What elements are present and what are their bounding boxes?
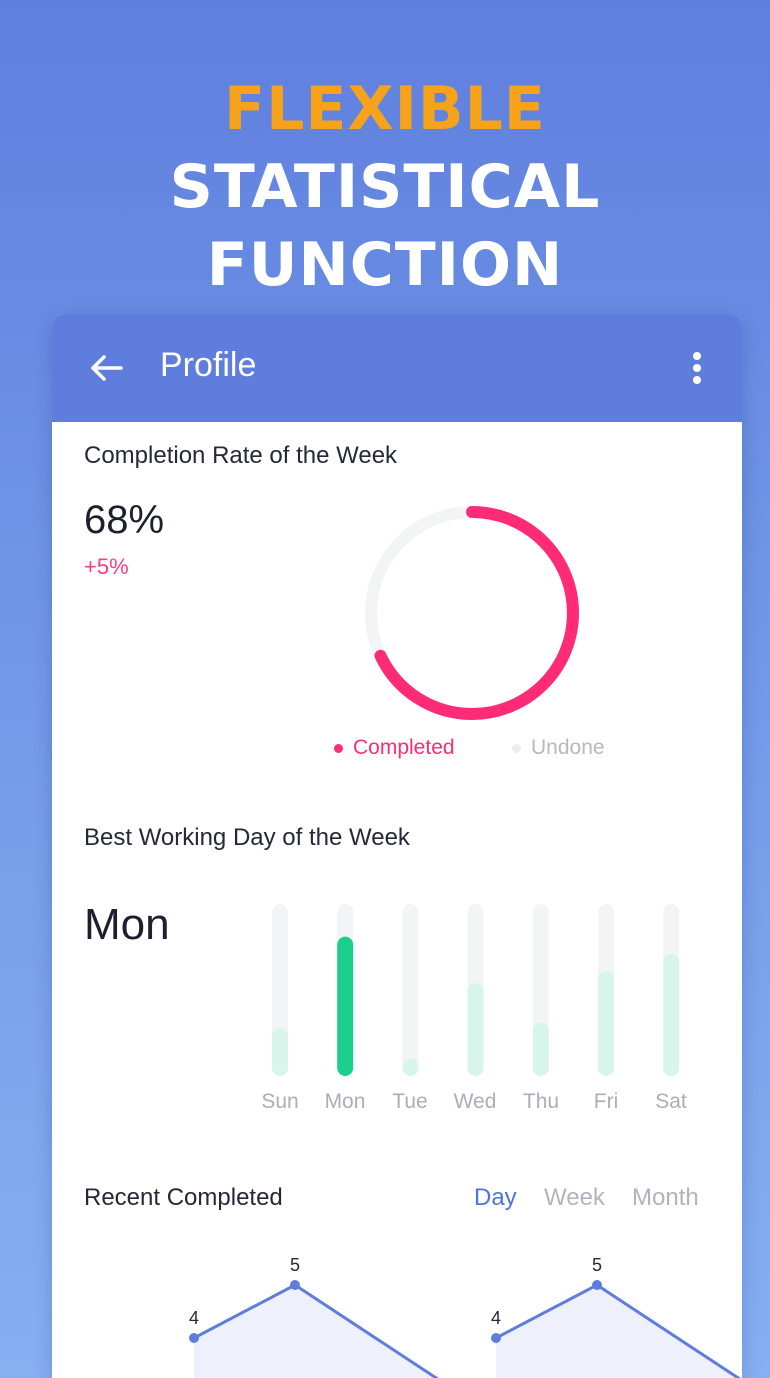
legend-undone: Undone bbox=[512, 736, 605, 760]
hero-accent-word: FLEXIBLE bbox=[224, 74, 546, 144]
bar-thu bbox=[532, 1022, 549, 1076]
point-label-1-1: 4 bbox=[189, 1308, 199, 1328]
legend-undone-dot bbox=[512, 743, 521, 753]
tab-week[interactable]: Week bbox=[544, 1184, 605, 1212]
back-button[interactable] bbox=[88, 350, 124, 386]
day-label-sun: Sun bbox=[261, 1090, 299, 1113]
point-label-2-2: 5 bbox=[592, 1255, 602, 1275]
bar-fri bbox=[598, 971, 614, 1076]
weekday-bar-chart bbox=[272, 904, 680, 1076]
bar-sun bbox=[272, 1027, 288, 1076]
legend-undone-label: Undone bbox=[531, 736, 605, 759]
day-label-sat: Sat bbox=[655, 1090, 687, 1113]
bar-track-tue bbox=[402, 904, 419, 1076]
arrow-left-icon bbox=[91, 355, 123, 381]
recent-completed-chart: 45453 bbox=[189, 1255, 741, 1378]
point-label-1-2: 5 bbox=[290, 1255, 300, 1275]
tab-day[interactable]: Day bbox=[474, 1184, 517, 1212]
point-label-2-1: 4 bbox=[491, 1308, 501, 1328]
day-label-tue: Tue bbox=[392, 1090, 428, 1113]
hero-line-2: FUNCTION bbox=[206, 230, 564, 300]
point-1-1 bbox=[189, 1333, 199, 1343]
legend-completed-label: Completed bbox=[353, 736, 455, 759]
point-2-1 bbox=[491, 1333, 501, 1343]
day-label-wed: Wed bbox=[453, 1090, 497, 1113]
app-bar: Profile bbox=[52, 314, 742, 422]
profile-card: Profile Completion Rate of the Week 68% … bbox=[52, 314, 742, 1378]
day-label-fri: Fri bbox=[593, 1090, 619, 1113]
bar-sat bbox=[663, 953, 680, 1076]
hero-line-1: FLEXIBLE STATISTICAL bbox=[0, 70, 770, 226]
bar-wed bbox=[467, 983, 484, 1076]
point-2-2 bbox=[592, 1280, 602, 1290]
bar-mon bbox=[337, 936, 354, 1076]
tab-month[interactable]: Month bbox=[632, 1184, 699, 1212]
point-1-2 bbox=[290, 1280, 300, 1290]
completion-section-title: Completion Rate of the Week bbox=[84, 442, 398, 469]
completion-donut-chart bbox=[365, 506, 579, 720]
overflow-menu-button[interactable] bbox=[682, 350, 712, 386]
hero-line-1-rest: STATISTICAL bbox=[169, 152, 601, 222]
legend-completed: Completed bbox=[334, 736, 455, 760]
legend-completed-dot bbox=[334, 743, 343, 753]
recent-section-title: Recent Completed bbox=[84, 1184, 283, 1211]
day-label-thu: Thu bbox=[522, 1090, 560, 1113]
app-bar-title: Profile bbox=[160, 346, 257, 384]
completion-rate-change: +5% bbox=[84, 554, 129, 579]
day-label-mon: Mon bbox=[324, 1090, 366, 1113]
bar-tue bbox=[402, 1058, 419, 1076]
more-vert-icon bbox=[693, 352, 701, 384]
best-day-section-title: Best Working Day of the Week bbox=[84, 824, 410, 851]
hero-heading: FLEXIBLE STATISTICAL FUNCTION bbox=[0, 70, 770, 304]
completion-rate-value: 68% bbox=[84, 498, 165, 542]
